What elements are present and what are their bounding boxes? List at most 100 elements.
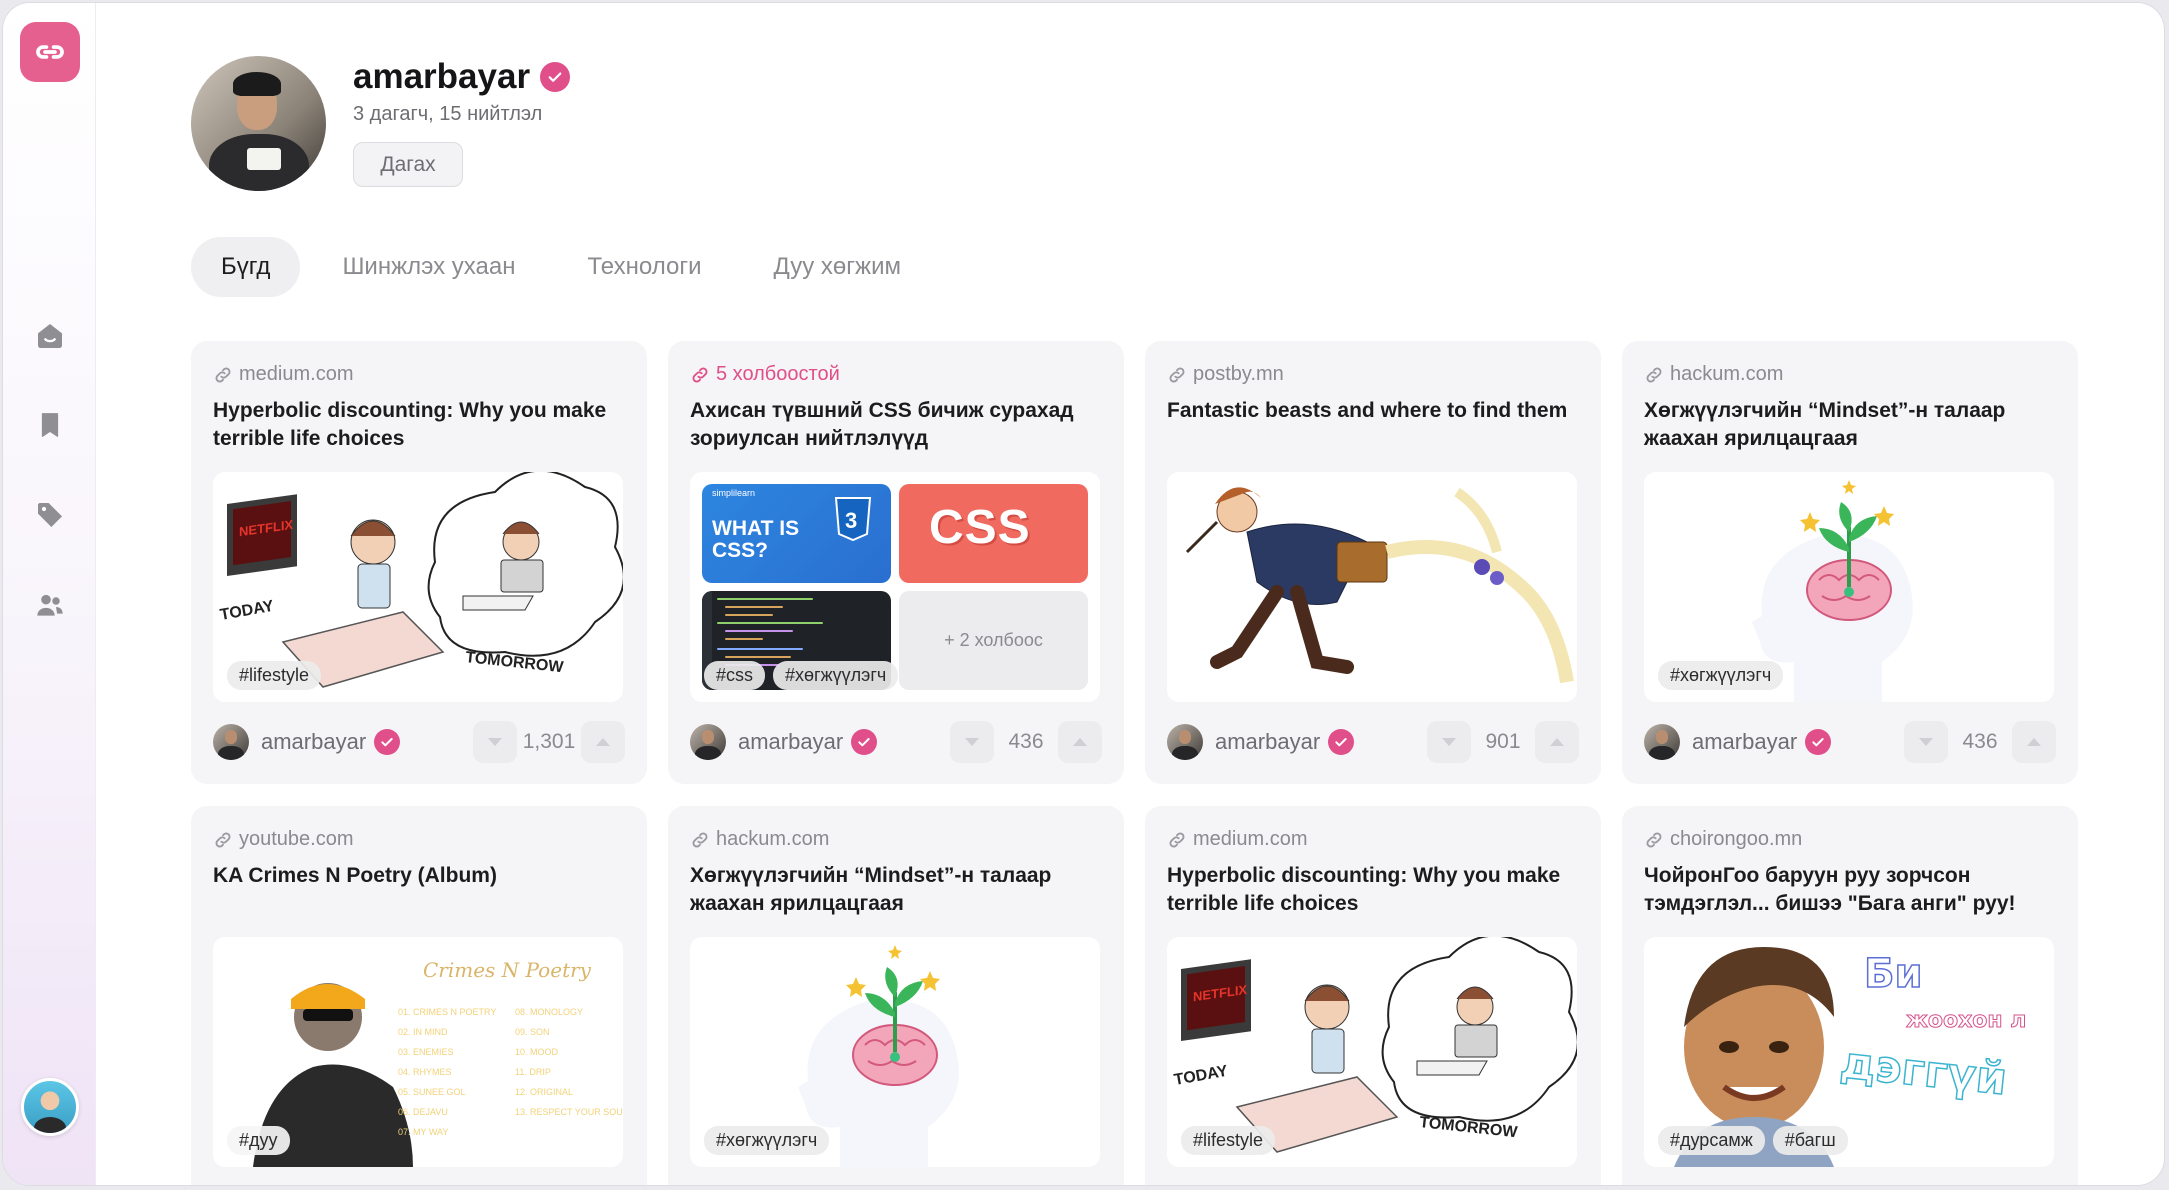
link-preview-css[interactable]: CSS <box>899 484 1088 583</box>
post-title[interactable]: Хөгжүүлэгчийн “Mindset”-н талаар жаахан … <box>1644 397 2056 453</box>
nav-home[interactable] <box>31 317 69 355</box>
link-preview-what-is-css[interactable]: simplilearn WHAT IS CSS? 3 <box>702 484 891 583</box>
follow-button[interactable]: Дагах <box>353 142 463 187</box>
post-image[interactable]: #хөгжүүлэгч <box>1644 472 2054 702</box>
post-title[interactable]: Hyperbolic discounting: Why you make ter… <box>1167 862 1579 918</box>
nav-bookmarks[interactable] <box>31 406 69 444</box>
post-source[interactable]: youtube.com <box>213 828 354 851</box>
more-links-tile[interactable]: + 2 холбоос <box>899 591 1088 690</box>
downvote-button[interactable] <box>1904 721 1948 763</box>
tag-chip[interactable]: #хөгжүүлэгч <box>704 1126 830 1155</box>
tag-chip[interactable]: #css <box>704 661 766 690</box>
chevron-up-icon <box>1073 738 1087 746</box>
post-card[interactable]: youtube.com KA Crimes N Poetry (Album) C… <box>191 806 647 1185</box>
post-title[interactable]: Fantastic beasts and where to find them <box>1167 397 1579 425</box>
link-icon <box>1169 832 1185 847</box>
post-image[interactable]: #хөгжүүлэгч <box>690 937 1100 1167</box>
post-tags: #хөгжүүлэгч <box>704 1126 830 1155</box>
tab-music[interactable]: Дуу хөгжим <box>743 237 931 297</box>
post-source[interactable]: choirongoo.mn <box>1644 828 1802 851</box>
author-avatar[interactable] <box>690 724 726 760</box>
author-name[interactable]: amarbayar <box>738 729 843 755</box>
username-text: amarbayar <box>353 57 531 96</box>
post-image[interactable]: Crimes N Poetry 01. CRIMES N POETRY 02. … <box>213 937 623 1167</box>
post-title[interactable]: Ахисан түвшний CSS бичиж сурахад зориулс… <box>690 397 1102 453</box>
chevron-up-icon <box>2027 738 2041 746</box>
post-title[interactable]: ЧойронГоо баруун руу зорчсон тэмдэглэл..… <box>1644 862 2056 918</box>
posts-grid: medium.com Hyperbolic discounting: Why y… <box>191 341 2078 1185</box>
downvote-button[interactable] <box>950 721 994 763</box>
profile-avatar <box>191 56 326 191</box>
logo[interactable] <box>20 22 80 82</box>
tile-css-text: CSS <box>929 501 1031 554</box>
post-card[interactable]: postby.mn Fantastic beasts and where to … <box>1145 341 1601 784</box>
post-card[interactable]: 5 холбоостой Ахисан түвшний CSS бичиж су… <box>668 341 1124 784</box>
post-source[interactable]: hackum.com <box>1644 363 1783 386</box>
nav-users[interactable] <box>31 586 69 624</box>
post-tags: #хөгжүүлэгч <box>1658 661 1784 690</box>
upvote-button[interactable] <box>1535 721 1579 763</box>
track-left: 02. IN MIND <box>398 1027 448 1037</box>
post-image[interactable]: NETFLIX TODAY TOMORROW #lifestyle <box>213 472 623 702</box>
nav-tags[interactable] <box>31 496 69 534</box>
post-tags: #lifestyle <box>227 661 322 690</box>
post-card[interactable]: hackum.com Хөгжүүлэгчийн “Mindset”-н тал… <box>668 806 1124 1185</box>
downvote-button[interactable] <box>1427 721 1471 763</box>
tag-chip[interactable]: #багш <box>1772 1126 1848 1155</box>
post-image-collection[interactable]: simplilearn WHAT IS CSS? 3 CSS + 2 холбо… <box>690 472 1100 702</box>
post-card[interactable]: medium.com Hyperbolic discounting: Why y… <box>191 341 647 784</box>
tag-chip[interactable]: #хөгжүүлэгч <box>1658 661 1784 690</box>
tag-chip[interactable]: #lifestyle <box>227 661 322 690</box>
home-icon <box>38 324 62 348</box>
tab-all[interactable]: Бүгд <box>191 237 301 297</box>
upvote-button[interactable] <box>2012 721 2056 763</box>
post-source[interactable]: medium.com <box>1167 828 1307 851</box>
post-image[interactable] <box>1167 472 1577 702</box>
tab-science[interactable]: Шинжлэх ухаан <box>312 237 545 297</box>
author-avatar[interactable] <box>213 724 249 760</box>
track-right: 08. MONOLOGY <box>515 1007 583 1017</box>
upvote-button[interactable] <box>1058 721 1102 763</box>
tag-chip[interactable]: #lifestyle <box>1181 1126 1276 1155</box>
post-image[interactable]: NETFLIX TODAY TOMORROW #lifestyle <box>1167 937 1577 1167</box>
category-tabs: Бүгд Шинжлэх ухаан Технологи Дуу хөгжим <box>191 237 943 297</box>
post-source[interactable]: medium.com <box>213 363 353 386</box>
post-tags: #дурсамж #багш <box>1658 1126 1848 1155</box>
post-card[interactable]: choirongoo.mn ЧойронГоо баруун руу зорчс… <box>1622 806 2078 1185</box>
tab-technology[interactable]: Технологи <box>557 237 731 297</box>
upvote-button[interactable] <box>581 721 625 763</box>
post-card[interactable]: medium.com Hyperbolic discounting: Why y… <box>1145 806 1601 1185</box>
post-title[interactable]: Hyperbolic discounting: Why you make ter… <box>213 397 625 453</box>
author-name[interactable]: amarbayar <box>261 729 366 755</box>
track-left: 04. RHYMES <box>398 1067 452 1077</box>
post-source-label: choirongoo.mn <box>1670 828 1803 850</box>
post-tags: #css #хөгжүүлэгч <box>704 661 899 690</box>
vote-count: 436 <box>1008 730 1044 753</box>
post-tags: #lifestyle <box>1181 1126 1276 1155</box>
post-title[interactable]: KA Crimes N Poetry (Album) <box>213 862 625 890</box>
tag-chip[interactable]: #дуу <box>227 1126 290 1155</box>
downvote-button[interactable] <box>473 721 517 763</box>
post-image[interactable]: Би жоохон л дэггүй #дурсамж #багш <box>1644 937 2054 1167</box>
post-title[interactable]: Хөгжүүлэгчийн “Mindset”-н талаар жаахан … <box>690 862 1102 918</box>
user-avatar[interactable] <box>21 1078 79 1136</box>
chevron-up-icon <box>1550 738 1564 746</box>
vote-count: 436 <box>1962 730 1998 753</box>
link-icon <box>215 832 231 847</box>
tag-chip[interactable]: #хөгжүүлэгч <box>773 661 899 690</box>
author-name[interactable]: amarbayar <box>1692 729 1797 755</box>
chevron-down-icon <box>965 738 979 746</box>
post-source[interactable]: hackum.com <box>690 828 829 851</box>
vote-controls: 436 <box>950 721 1102 763</box>
author-name[interactable]: amarbayar <box>1215 729 1320 755</box>
verified-icon <box>540 62 571 92</box>
post-source[interactable]: 5 холбоостой <box>690 363 840 386</box>
app-window: amarbayar 3 дагагч, 15 нийтлэл Дагах Бүг… <box>2 2 2165 1186</box>
post-card[interactable]: hackum.com Хөгжүүлэгчийн “Mindset”-н тал… <box>1622 341 2078 784</box>
tag-chip[interactable]: #дурсамж <box>1658 1126 1765 1155</box>
link-icon <box>215 367 231 382</box>
author-avatar[interactable] <box>1167 724 1203 760</box>
post-source[interactable]: postby.mn <box>1167 363 1284 386</box>
post-footer: amarbayar 436 <box>690 721 1102 763</box>
author-avatar[interactable] <box>1644 724 1680 760</box>
